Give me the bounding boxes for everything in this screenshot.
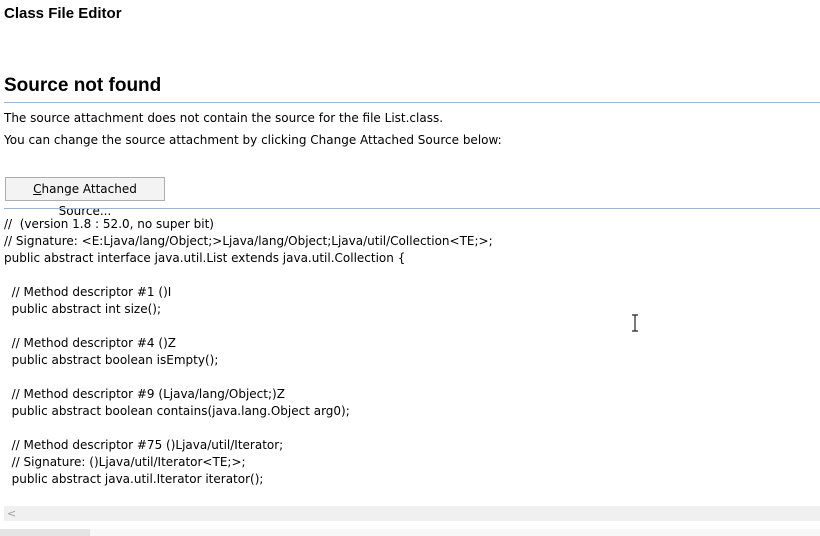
scroll-left-icon[interactable]: < <box>7 506 16 521</box>
code-line: // Method descriptor #4 ()Z <box>4 336 176 350</box>
horizontal-scrollbar[interactable]: < <box>4 506 820 521</box>
button-mnemonic: C <box>33 182 42 196</box>
code-line: // Signature: ()Ljava/util/Iterator<TE;>… <box>4 455 246 469</box>
code-line: // Method descriptor #1 ()I <box>4 285 172 299</box>
editor-title: Class File Editor <box>4 5 122 22</box>
disassembled-code[interactable]: // (version 1.8 : 52.0, no super bit) // … <box>4 216 493 488</box>
text-cursor-icon <box>632 314 638 332</box>
source-message-1: The source attachment does not contain t… <box>4 111 444 125</box>
code-divider <box>4 208 820 209</box>
bottom-tab-strip <box>0 529 820 536</box>
source-not-found-heading: Source not found <box>4 75 162 96</box>
code-line: public abstract java.util.Iterator itera… <box>4 472 264 486</box>
code-line: // Signature: <E:Ljava/lang/Object;>Ljav… <box>4 234 493 248</box>
source-message-2: You can change the source attachment by … <box>4 133 502 147</box>
code-line: public abstract interface java.util.List… <box>4 251 406 265</box>
code-line: // Method descriptor #75 ()Ljava/util/It… <box>4 438 284 452</box>
code-line: public abstract int size(); <box>4 302 162 316</box>
bottom-tab[interactable] <box>0 529 90 536</box>
class-file-editor: Class File Editor Source not found The s… <box>0 0 820 536</box>
code-line: public abstract boolean isEmpty(); <box>4 353 219 367</box>
button-label: hange Attached Source... <box>41 182 137 218</box>
change-attached-source-button[interactable]: Change Attached Source... <box>5 177 165 218</box>
code-line: // Method descriptor #9 (Ljava/lang/Obje… <box>4 387 285 401</box>
heading-divider <box>4 102 820 103</box>
code-line: public abstract boolean contains(java.la… <box>4 404 350 418</box>
code-line: // (version 1.8 : 52.0, no super bit) <box>4 217 214 231</box>
